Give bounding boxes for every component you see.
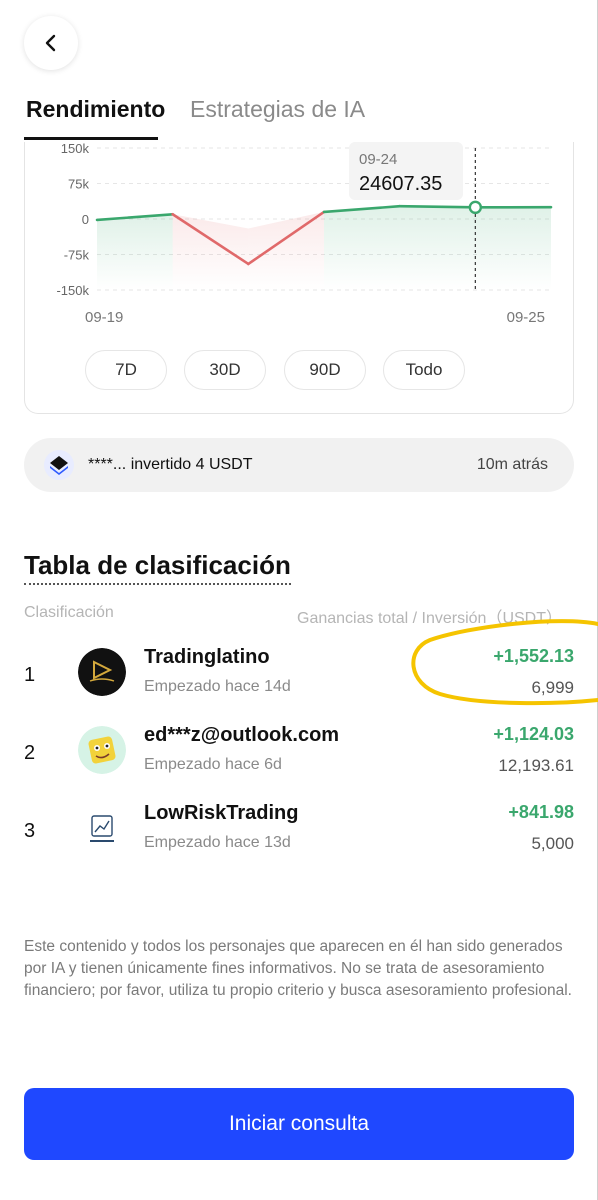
y-tick-label: -75k <box>64 248 90 263</box>
leaderboard-row[interactable]: 2 ed***z@outlook.com Empezado hace 6d +1… <box>0 722 598 792</box>
range-7d-button[interactable]: 7D <box>85 350 167 390</box>
leaderboard-row[interactable]: 1 Tradinglatino Empezado hace 14d +1,552… <box>0 644 598 714</box>
range-todo-button[interactable]: Todo <box>383 350 465 390</box>
area-segment <box>248 211 324 290</box>
disclaimer-text: Este contenido y todos los personajes qu… <box>24 938 572 999</box>
trader-gain: +841.98 <box>508 802 574 822</box>
activity-text: ****... invertido 4 USDT <box>88 456 253 473</box>
performance-chart[interactable]: 150k 75k 0 -75k -150k 09-24 24607.35 09-19 09-25 <box>25 142 575 342</box>
row-rank: 3 <box>24 820 36 842</box>
recent-activity-banner: ****... invertido 4 USDT 10m atrás <box>24 438 574 492</box>
tooltip-date: 09-24 <box>359 151 397 168</box>
activity-time: 10m atrás <box>476 456 548 473</box>
area-segment <box>399 206 476 290</box>
range-30d-button[interactable]: 30D <box>184 350 266 390</box>
trader-gain: +1,124.03 <box>493 724 574 744</box>
avatar-cartoon <box>78 726 126 774</box>
leaderboard-title: Tabla de clasificación <box>24 550 291 585</box>
back-button[interactable] <box>24 16 78 70</box>
tab-bar: Rendimiento Estrategias de IA <box>0 92 598 142</box>
x-start-label: 09-19 <box>85 309 123 326</box>
row-rank: 1 <box>24 664 36 686</box>
performance-chart-card: 150k 75k 0 -75k -150k 09-24 24607.35 09-19 09-25… <box>24 142 574 414</box>
leaderboard-row[interactable]: 3 LowRiskTrading Empezado hace 13d +841.… <box>0 800 598 870</box>
trader-name: ed***z@outlook.com <box>144 724 340 746</box>
avatar-lowrisktrading <box>78 804 126 852</box>
series-line-segment <box>398 204 477 209</box>
col-header-rank: Clasificación <box>24 604 114 621</box>
trader-started: Empezado hace 13d <box>144 834 291 851</box>
active-tab-indicator <box>24 137 158 140</box>
area-segment <box>172 214 249 290</box>
range-90d-button[interactable]: 90D <box>284 350 366 390</box>
tab-rendimiento[interactable]: Rendimiento <box>26 96 165 123</box>
trader-investment: 6,999 <box>531 678 574 697</box>
trader-name: Tradinglatino <box>144 646 270 668</box>
avatar-tradinglatino <box>78 648 126 696</box>
trader-name: LowRiskTrading <box>144 802 299 824</box>
start-consultation-button[interactable]: Iniciar consulta <box>24 1088 574 1160</box>
tab-estrategias-ia[interactable]: Estrategias de IA <box>190 96 365 123</box>
x-end-label: 09-25 <box>507 309 545 326</box>
trader-started: Empezado hace 14d <box>144 678 291 695</box>
row-rank: 2 <box>24 742 36 764</box>
tooltip-value: 24607.35 <box>359 173 442 195</box>
highlight-point <box>468 200 483 215</box>
y-tick-label: 75k <box>68 177 89 192</box>
trader-investment: 5,000 <box>531 834 574 853</box>
y-tick-label: -150k <box>56 283 89 298</box>
area-segment <box>97 214 173 290</box>
y-tick-label: 0 <box>82 212 89 227</box>
y-tick-label: 150k <box>61 142 90 156</box>
trader-gain: +1,552.13 <box>493 646 574 666</box>
trader-investment: 12,193.61 <box>498 756 574 775</box>
trader-started: Empezado hace 6d <box>144 756 282 773</box>
chevron-left-icon <box>45 34 56 52</box>
layers-logo-icon <box>44 450 74 480</box>
area-segment <box>475 207 551 290</box>
col-header-gain: Ganancias total / Inversión（USDT） <box>297 610 562 627</box>
area-segment <box>324 206 400 290</box>
